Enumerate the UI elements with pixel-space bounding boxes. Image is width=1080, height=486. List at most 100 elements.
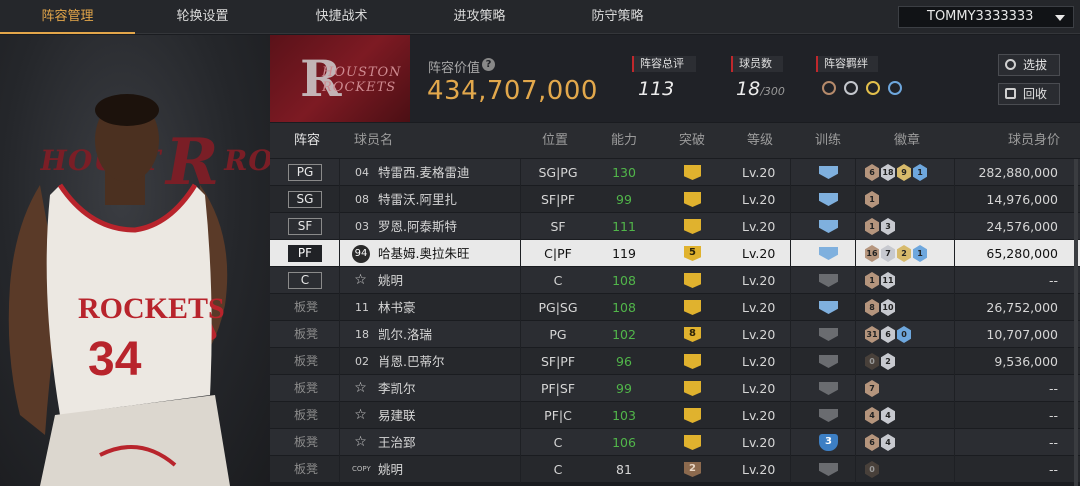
tab-quick-tactics[interactable]: 快捷战术: [274, 0, 409, 34]
breakthrough-icon[interactable]: [684, 192, 701, 207]
breakthrough-icon[interactable]: 2: [684, 462, 701, 477]
badge-group[interactable]: 6 18 9 1: [865, 164, 929, 181]
training-icon[interactable]: [819, 301, 838, 314]
table-row[interactable]: 板凳 18 凯尔.洛瑞 PG 102 8 Lv.20 31 6 0 10,707,000: [270, 321, 1080, 348]
badge-group[interactable]: 1 11: [865, 272, 897, 289]
breakthrough-icon[interactable]: [684, 381, 701, 396]
column-divider: [520, 186, 521, 213]
badge-group[interactable]: 16 7 2 1: [865, 245, 929, 262]
gold-team-icon[interactable]: [866, 81, 880, 95]
tab-defense-strategy[interactable]: 防守策略: [550, 0, 685, 34]
badge-group[interactable]: 02: [865, 353, 897, 370]
breakthrough-icon[interactable]: [684, 300, 701, 315]
tab-lineup-management[interactable]: 阵容管理: [0, 0, 135, 34]
breakthrough-icon[interactable]: [684, 354, 701, 369]
help-icon[interactable]: ?: [482, 58, 495, 71]
badge-icon: 1: [865, 272, 879, 289]
tab-rotation-settings[interactable]: 轮换设置: [135, 0, 270, 34]
column-divider: [790, 294, 791, 321]
player-position: SF|PF: [540, 354, 576, 369]
player-position: PF|SF: [540, 381, 576, 396]
column-divider: [339, 186, 340, 213]
badge-group[interactable]: 64: [865, 434, 897, 451]
player-value: 10,707,000: [986, 327, 1058, 342]
scrollbar[interactable]: [1074, 159, 1078, 486]
training-icon[interactable]: [819, 220, 838, 233]
column-divider: [954, 267, 955, 294]
column-divider: [339, 348, 340, 375]
training-icon[interactable]: [819, 193, 838, 206]
table-row[interactable]: SG 08 特雷沃.阿里扎 SF|PF 99 Lv.20 1 14,976,000: [270, 186, 1080, 213]
column-divider: [790, 186, 791, 213]
header-position: 位置: [542, 133, 569, 148]
bench-label: 板凳: [294, 435, 319, 449]
breakthrough-icon[interactable]: [684, 219, 701, 234]
roster-table: PG 04 特雷西.麦格雷迪 SG|PG 130 Lv.20 6 18 9 1 282,880,00…: [270, 159, 1080, 483]
table-row[interactable]: 板凳 ☆ 李凯尔 PF|SF 99 Lv.20 7 --: [270, 375, 1080, 402]
player-position: SF|PF: [540, 192, 576, 207]
breakthrough-icon[interactable]: [684, 165, 701, 180]
table-row[interactable]: 板凳 ☆ 易建联 PF|C 103 Lv.20 4 4 --: [270, 402, 1080, 429]
badge-icon: 18: [881, 164, 895, 181]
column-divider: [855, 456, 856, 483]
badge-icon: 1: [865, 218, 879, 235]
breakthrough-icon[interactable]: [684, 408, 701, 423]
badge-group[interactable]: 31 6 0: [865, 326, 913, 343]
player-level: Lv.20: [742, 219, 776, 234]
table-row[interactable]: 板凳 11 林书豪 PG|SG 108 Lv.20 8 10 26,752,000: [270, 294, 1080, 321]
player-level: Lv.20: [742, 435, 776, 450]
training-icon[interactable]: [819, 247, 838, 260]
bench-label: 板凳: [294, 354, 319, 368]
column-divider: [790, 267, 791, 294]
player-ability: 81: [616, 462, 632, 477]
column-divider: [520, 456, 521, 483]
training-icon[interactable]: [819, 328, 838, 341]
player-ability: 103: [612, 408, 636, 423]
training-icon[interactable]: [819, 274, 838, 287]
table-row[interactable]: PF 94 哈基姆.奥拉朱旺 C|PF 119 5 Lv.20 16 7 2 1 65,280,000: [270, 240, 1080, 267]
recycle-button[interactable]: 回收: [998, 83, 1060, 105]
silver-team-icon[interactable]: [844, 81, 858, 95]
player-name: 罗恩.阿泰斯特: [378, 219, 457, 234]
badge-group[interactable]: 13: [865, 218, 897, 235]
select-button[interactable]: 选拔: [998, 54, 1060, 76]
training-icon[interactable]: [819, 463, 838, 476]
column-divider: [855, 375, 856, 402]
tab-offense-strategy[interactable]: 进攻策略: [412, 0, 547, 34]
training-icon[interactable]: 3: [819, 434, 838, 451]
training-icon[interactable]: [819, 382, 838, 395]
blue-team-icon[interactable]: [888, 81, 902, 95]
team-info-bar: R HOUSTON ROCKETS 阵容价值 ? 434,707,000 阵容总…: [270, 35, 1080, 122]
column-divider: [855, 159, 856, 186]
roster-table-header: 阵容 球员名 位置 能力 突破 等级 训练 徽章 球员身价: [270, 123, 1080, 158]
table-row[interactable]: PG 04 特雷西.麦格雷迪 SG|PG 130 Lv.20 6 18 9 1 282,880,00…: [270, 159, 1080, 186]
header-breakthrough: 突破: [679, 133, 706, 148]
table-row[interactable]: C ☆ 姚明 C 108 Lv.20 1 11 --: [270, 267, 1080, 294]
badge-group[interactable]: 7: [865, 380, 881, 397]
column-divider: [520, 402, 521, 429]
badge-group[interactable]: 8 10: [865, 299, 897, 316]
player-level: Lv.20: [742, 165, 776, 180]
player-value: --: [1048, 435, 1058, 450]
training-icon[interactable]: [819, 166, 838, 179]
badge-icon: 4: [881, 434, 895, 451]
table-row[interactable]: 板凳 ☆ 王治郅 C 106 Lv.20 3 6 4 --: [270, 429, 1080, 456]
player-position: SG|PG: [538, 165, 578, 180]
player-ability: 99: [616, 192, 632, 207]
badge-group[interactable]: 0: [865, 461, 881, 478]
bronze-team-icon[interactable]: [822, 81, 836, 95]
breakthrough-icon[interactable]: 8: [684, 327, 701, 342]
user-dropdown[interactable]: TOMMY3333333: [898, 6, 1074, 28]
badge-group[interactable]: 1: [865, 191, 881, 208]
column-divider: [339, 267, 340, 294]
badge-group[interactable]: 44: [865, 407, 897, 424]
training-icon[interactable]: [819, 409, 838, 422]
table-row[interactable]: SF 03 罗恩.阿泰斯特 SF 111 Lv.20 1 3 24,576,000: [270, 213, 1080, 240]
training-icon[interactable]: [819, 355, 838, 368]
table-row[interactable]: 板凳 COPY 姚明 C 81 2 Lv.20 0 --: [270, 456, 1080, 483]
column-divider: [954, 186, 955, 213]
breakthrough-icon[interactable]: [684, 435, 701, 450]
breakthrough-icon[interactable]: [684, 273, 701, 288]
breakthrough-icon[interactable]: 5: [684, 246, 701, 261]
table-row[interactable]: 板凳 02 肖恩.巴蒂尔 SF|PF 96 Lv.20 0 2 9,536,000: [270, 348, 1080, 375]
